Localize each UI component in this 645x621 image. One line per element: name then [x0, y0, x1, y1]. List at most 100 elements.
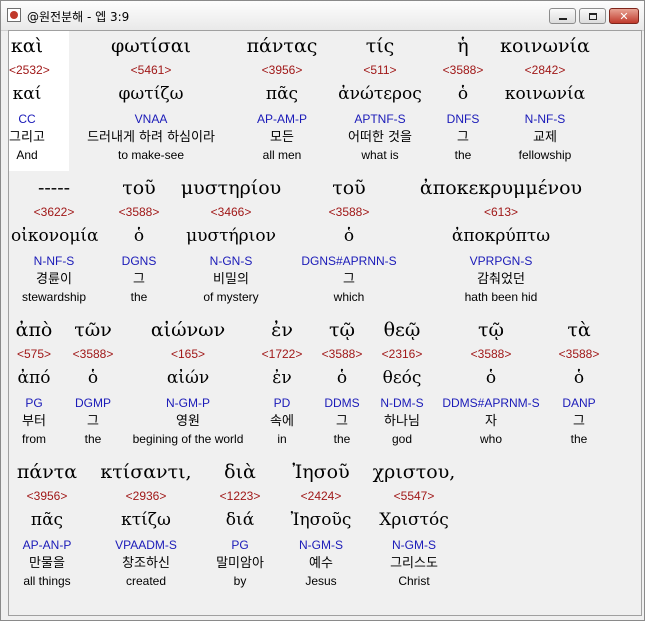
lemma: πᾶς — [30, 510, 64, 530]
strong-number[interactable]: <3956> — [11, 485, 83, 507]
morph-code[interactable]: VPRPGN-S — [409, 251, 593, 271]
morph-code[interactable]: VNAA — [69, 109, 233, 129]
morph-code[interactable]: N-DM-S — [371, 393, 433, 413]
morph-code[interactable]: N-GM-S — [281, 535, 361, 555]
greek-word: χριστου, — [372, 461, 456, 483]
strong-number[interactable]: <3622> — [11, 201, 97, 223]
greek-word: τὰ — [567, 319, 591, 341]
interlinear-word[interactable]: τοῦ <3588> ὁ DGNS 그 the — [109, 175, 169, 305]
strong-number[interactable]: <165> — [125, 343, 251, 365]
interlinear-word[interactable]: θεῷ <2316> θεός N-DM-S 하나님 god — [371, 317, 433, 447]
strong-number[interactable]: <2842> — [497, 59, 593, 81]
interlinear-word[interactable]: κοινωνία <2842> κοινωνία N-NF-S 교제 fello… — [497, 33, 593, 163]
morph-code[interactable]: N-GN-S — [171, 251, 291, 271]
strong-number[interactable]: <2532> — [9, 59, 50, 81]
interlinear-word[interactable]: πάντας <3956> πᾶς AP-AM-P 모든 all men — [239, 33, 325, 163]
interlinear-word[interactable]: φωτίσαι <5461> φωτίζω VNAA 드러내게 하려 하심이라 … — [69, 33, 233, 163]
minimize-button[interactable] — [549, 8, 576, 24]
strong-number[interactable]: <3956> — [239, 59, 325, 81]
lemma: Ἰησοῦς — [290, 510, 352, 530]
morph-code[interactable]: DGNS — [109, 251, 169, 271]
morph-code[interactable]: PG — [205, 535, 275, 555]
interlinear-word[interactable]: τίς <511> ἀνώτερος APTNF-S 어떠한 것을 what i… — [335, 33, 425, 163]
strong-number[interactable]: <3588> — [439, 59, 487, 81]
strong-number[interactable]: <3588> — [291, 201, 407, 223]
strong-number[interactable]: <575> — [9, 343, 59, 365]
strong-number[interactable]: <2316> — [371, 343, 433, 365]
greek-word: τῷ — [477, 319, 504, 341]
interlinear-word[interactable]: πάντα <3956> πᾶς AP-AN-P 만물을 all things — [11, 459, 83, 589]
interlinear-word[interactable]: τῷ <3588> ὁ DDMS 그 the — [315, 317, 369, 447]
morph-code[interactable]: APTNF-S — [335, 109, 425, 129]
morph-code[interactable]: N-NF-S — [497, 109, 593, 129]
english-gloss: Jesus — [305, 574, 337, 588]
morph-code[interactable]: AP-AM-P — [239, 109, 325, 129]
morph-code[interactable]: DDMS#APRNM-S — [435, 393, 547, 413]
interlinear-word[interactable]: κτίσαντι, <2936> κτίζω VPAADM-S 창조하신 cre… — [95, 459, 197, 589]
morph-code[interactable]: DDMS — [315, 393, 369, 413]
interlinear-word[interactable]: Ἰησοῦ <2424> Ἰησοῦς N-GM-S 예수 Jesus — [281, 459, 361, 589]
morph-code[interactable]: VPAADM-S — [95, 535, 197, 555]
greek-word: ----- — [37, 177, 71, 199]
strong-number[interactable]: <511> — [335, 59, 425, 81]
interlinear-word[interactable]: ----- <3622> οἰκονομία N-NF-S 경륜이 stewar… — [11, 175, 99, 305]
lemma: ὁ — [457, 84, 469, 104]
interlinear-word[interactable]: διὰ <1223> διά PG 말미암아 by — [205, 459, 275, 589]
app-icon — [7, 8, 21, 22]
title-bar[interactable]: @원전분해 - 엡 3:9 ✕ — [1, 1, 644, 31]
strong-number[interactable]: <3588> — [109, 201, 169, 223]
morph-code[interactable]: PG — [9, 393, 59, 413]
maximize-button[interactable] — [579, 8, 606, 24]
strong-number[interactable]: <613> — [409, 201, 593, 223]
korean-gloss: 예수 — [309, 556, 333, 571]
strong-number[interactable]: <3466> — [171, 201, 291, 223]
korean-gloss: 비밀의 — [213, 272, 249, 287]
strong-number[interactable]: <5461> — [69, 59, 233, 81]
interlinear-word[interactable]: ἐν <1722> ἐν PD 속에 in — [257, 317, 307, 447]
interlinear-word[interactable]: αἰώνων <165> αἰών N-GM-P 영원 begining of … — [125, 317, 251, 447]
morph-code[interactable]: DNFS — [439, 109, 487, 129]
morph-code[interactable]: N-GM-P — [125, 393, 251, 413]
greek-word: τοῦ — [332, 177, 366, 199]
morph-code[interactable]: CC — [9, 109, 45, 129]
lemma: αἰών — [166, 368, 210, 388]
interlinear-word[interactable]: ἡ <3588> ὁ DNFS 그 the — [439, 33, 487, 163]
window-title: @원전분해 - 엡 3:9 — [27, 10, 130, 24]
strong-number[interactable]: <3588> — [435, 343, 547, 365]
strong-number[interactable]: <2936> — [95, 485, 197, 507]
strong-number[interactable]: <3588> — [67, 343, 119, 365]
strong-number[interactable]: <1722> — [257, 343, 307, 365]
interlinear-word[interactable]: μυστηρίου <3466> μυστήριον N-GN-S 비밀의 of… — [171, 175, 291, 305]
strong-number[interactable]: <1223> — [205, 485, 275, 507]
english-gloss: the — [570, 432, 588, 446]
korean-gloss: 감춰었던 — [477, 272, 525, 287]
greek-word: πάντα — [16, 461, 78, 483]
interlinear-word[interactable]: τῶν <3588> ὁ DGMP 그 the — [67, 317, 119, 447]
interlinear-word[interactable]: ἀπὸ <575> ἀπό PG 부터 from — [9, 317, 59, 447]
morph-code[interactable]: AP-AN-P — [11, 535, 83, 555]
interlinear-word[interactable]: τὰ <3588> ὁ DANP 그 the — [549, 317, 609, 447]
morph-code[interactable]: DGMP — [67, 393, 119, 413]
morph-code[interactable]: PD — [257, 393, 307, 413]
morph-code[interactable]: DGNS#APRNN-S — [291, 251, 407, 271]
lemma: διά — [225, 510, 255, 530]
interlinear-word[interactable]: τῷ <3588> ὁ DDMS#APRNM-S 자 who — [435, 317, 547, 447]
greek-word: φωτίσαι — [110, 35, 191, 57]
interlinear-word[interactable]: χριστου, <5547> Χριστός N-GM-S 그리스도 Chri… — [367, 459, 461, 589]
strong-number[interactable]: <3588> — [315, 343, 369, 365]
close-button[interactable]: ✕ — [609, 8, 639, 24]
strong-number[interactable]: <5547> — [367, 485, 461, 507]
morph-code[interactable]: DANP — [549, 393, 609, 413]
korean-gloss: 그 — [133, 272, 145, 287]
strong-number[interactable]: <2424> — [281, 485, 361, 507]
interlinear-word[interactable]: ἀποκεκρυμμένου <613> ἀποκρύπτω VPRPGN-S … — [409, 175, 593, 305]
morph-code[interactable]: N-NF-S — [11, 251, 97, 271]
maximize-icon — [588, 12, 597, 20]
greek-word: θεῷ — [383, 319, 421, 341]
interlinear-word[interactable]: τοῦ <3588> ὁ DGNS#APRNN-S 그 which — [291, 175, 407, 305]
interlinear-word[interactable]: καὶ <2532> καί CC 그리고 And — [9, 33, 50, 163]
lemma: κτίζω — [121, 510, 171, 530]
morph-code[interactable]: N-GM-S — [367, 535, 461, 555]
strong-number[interactable]: <3588> — [549, 343, 609, 365]
korean-gloss: 그 — [87, 414, 99, 429]
